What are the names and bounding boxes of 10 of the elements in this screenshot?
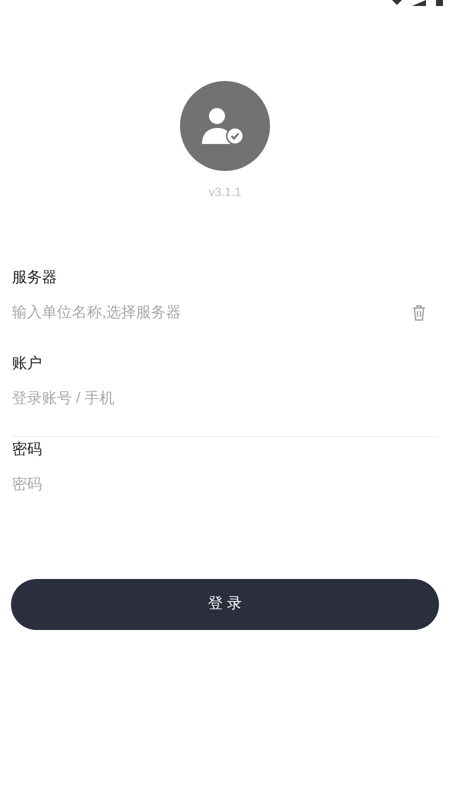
login-button[interactable]: 登 录 bbox=[11, 579, 439, 630]
input-field[interactable]: 密码 bbox=[12, 474, 436, 496]
version-text: v3.1.1 bbox=[208, 184, 242, 201]
field-label: 账户 bbox=[12, 354, 43, 374]
input-field[interactable]: 输入单位名称,选择服务器 bbox=[12, 302, 412, 324]
input-field[interactable]: 登录账号 / 手机 bbox=[12, 388, 436, 410]
trash-icon[interactable] bbox=[412, 305, 426, 322]
field-label: 服务器 bbox=[12, 268, 58, 288]
status-icons bbox=[390, 0, 446, 6]
field-label: 密码 bbox=[12, 440, 43, 460]
